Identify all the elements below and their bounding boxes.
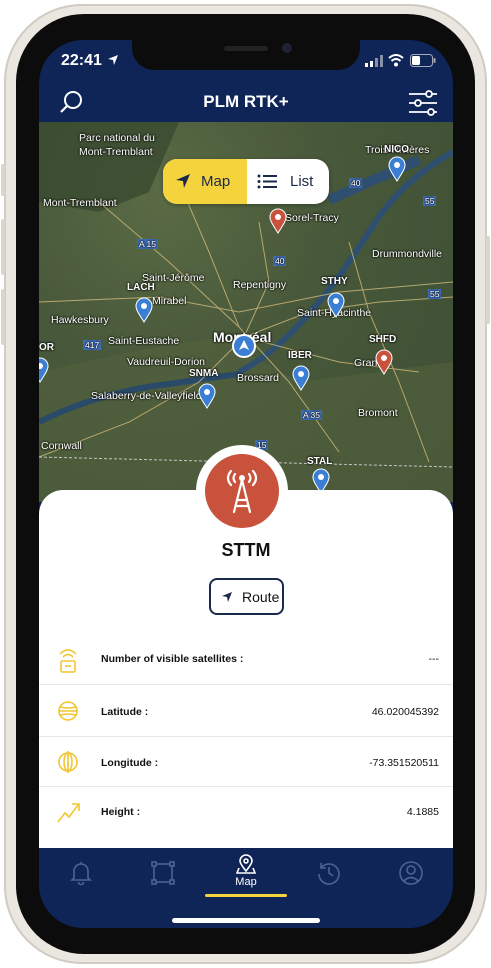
home-indicator bbox=[172, 918, 320, 923]
app-title: PLM RTK+ bbox=[203, 92, 289, 111]
info-row-height: Height : 4.1885 bbox=[39, 786, 453, 836]
map-label: Vaudreuil-Dorion bbox=[127, 356, 206, 368]
earpiece-speaker bbox=[224, 46, 268, 51]
road-shield: 417 bbox=[83, 340, 102, 350]
list-icon bbox=[257, 174, 277, 189]
station-label: LACH bbox=[127, 282, 155, 293]
notch bbox=[132, 40, 360, 70]
volume-down-button bbox=[1, 289, 5, 345]
location-arrow-icon bbox=[108, 55, 118, 65]
station-label: SNMA bbox=[189, 368, 219, 379]
station-marker-icon[interactable] bbox=[388, 156, 406, 182]
height-label: Height : bbox=[101, 806, 141, 818]
map-label: Salaberry-de-Valleyfield bbox=[91, 390, 202, 402]
station-marker-icon[interactable] bbox=[327, 292, 345, 318]
latitude-value: 46.020045392 bbox=[371, 706, 439, 718]
station-marker-icon[interactable] bbox=[39, 357, 49, 383]
road-shield: 55 bbox=[428, 289, 442, 299]
map-view-tab[interactable]: Map bbox=[163, 159, 247, 204]
station-marker-red-icon[interactable] bbox=[375, 349, 393, 375]
longitude-value: -73.351520511 bbox=[369, 757, 439, 769]
longitude-globe-icon bbox=[58, 751, 78, 773]
latitude-label: Latitude : bbox=[101, 706, 149, 718]
satellites-label: Number of visible satellites : bbox=[101, 653, 244, 665]
station-label: IBER bbox=[288, 350, 312, 361]
station-label: STHY bbox=[321, 276, 348, 287]
map-label: Brossard bbox=[237, 372, 280, 384]
station-label: NICO bbox=[384, 144, 409, 155]
info-row-latitude: Latitude : 46.020045392 bbox=[39, 686, 453, 737]
station-label: SHFD bbox=[369, 334, 397, 345]
view-toggle: Map List bbox=[163, 159, 329, 204]
side-button bbox=[486, 236, 490, 324]
user-profile-icon[interactable] bbox=[398, 860, 424, 886]
height-trend-icon bbox=[57, 803, 80, 823]
bottom-tab-bar: Map bbox=[39, 848, 453, 928]
station-marker-icon[interactable] bbox=[292, 365, 310, 391]
navigation-arrow-icon bbox=[176, 174, 190, 188]
info-row-longitude: Longitude : -73.351520511 bbox=[39, 736, 453, 787]
tab-map-label: Map bbox=[235, 876, 257, 888]
satellite-signal-icon bbox=[59, 649, 77, 673]
cellular-signal-icon bbox=[365, 55, 383, 67]
route-button[interactable]: Route bbox=[209, 578, 284, 615]
map-label: Saint-Eustache bbox=[108, 335, 180, 347]
road-shield: A 35 bbox=[301, 410, 323, 420]
volume-up-button bbox=[1, 219, 5, 275]
list-view-tab[interactable]: List bbox=[247, 159, 329, 204]
latitude-globe-icon bbox=[58, 701, 78, 721]
road-shield: 40 bbox=[273, 256, 287, 266]
road-shield: 55 bbox=[423, 196, 437, 206]
station-marker-icon[interactable] bbox=[135, 297, 153, 323]
map-label: Sorel-Tracy bbox=[285, 212, 339, 224]
longitude-label: Longitude : bbox=[101, 757, 159, 769]
tab-map[interactable]: Map bbox=[224, 852, 268, 892]
station-marker-icon[interactable] bbox=[198, 383, 216, 409]
map-label: Mont-Tremblant bbox=[79, 146, 153, 158]
active-tab-indicator bbox=[205, 894, 287, 897]
app-screen: 22:41 PLM RTK+ Parc national du Mont-Tre… bbox=[39, 40, 453, 928]
map-label: Mont-Tremblant bbox=[43, 197, 117, 209]
station-label: STAL bbox=[307, 456, 333, 467]
map-label: Mirabel bbox=[152, 295, 187, 307]
history-icon[interactable] bbox=[316, 860, 342, 886]
list-view-label: List bbox=[290, 173, 314, 190]
station-name: STTM bbox=[221, 540, 271, 560]
map-label: Hawkesbury bbox=[51, 314, 109, 326]
map-label: Bromont bbox=[358, 407, 398, 419]
wifi-icon bbox=[388, 54, 404, 67]
user-location-icon bbox=[232, 334, 256, 358]
battery-icon bbox=[410, 54, 436, 67]
station-label: OR bbox=[39, 342, 54, 353]
map-label: Drummondville bbox=[372, 248, 443, 260]
bell-icon[interactable] bbox=[69, 860, 93, 886]
navigation-arrow-icon bbox=[222, 592, 232, 602]
road-shield: 40 bbox=[349, 178, 363, 188]
filter-sliders-icon[interactable] bbox=[407, 90, 439, 116]
info-row-satellites: Number of visible satellites : --- bbox=[39, 634, 453, 685]
mute-switch bbox=[1, 164, 5, 196]
status-time: 22:41 bbox=[61, 52, 102, 69]
station-badge bbox=[205, 454, 279, 528]
map-view-label: Map bbox=[201, 173, 231, 190]
map-label: Cornwall bbox=[41, 440, 82, 452]
map-pin-icon bbox=[236, 854, 256, 874]
station-marker-red-icon[interactable] bbox=[269, 208, 287, 234]
app-header: PLM RTK+ bbox=[39, 84, 453, 122]
height-value: 4.1885 bbox=[406, 806, 439, 818]
front-camera bbox=[282, 43, 292, 53]
route-label: Route bbox=[242, 589, 280, 605]
map-label: Repentigny bbox=[233, 279, 287, 291]
map-label: Parc national du bbox=[79, 132, 155, 144]
antenna-tower-icon bbox=[226, 469, 258, 514]
network-nodes-icon[interactable] bbox=[150, 860, 176, 886]
road-shield: A 15 bbox=[137, 239, 159, 249]
satellites-value: --- bbox=[428, 653, 440, 665]
